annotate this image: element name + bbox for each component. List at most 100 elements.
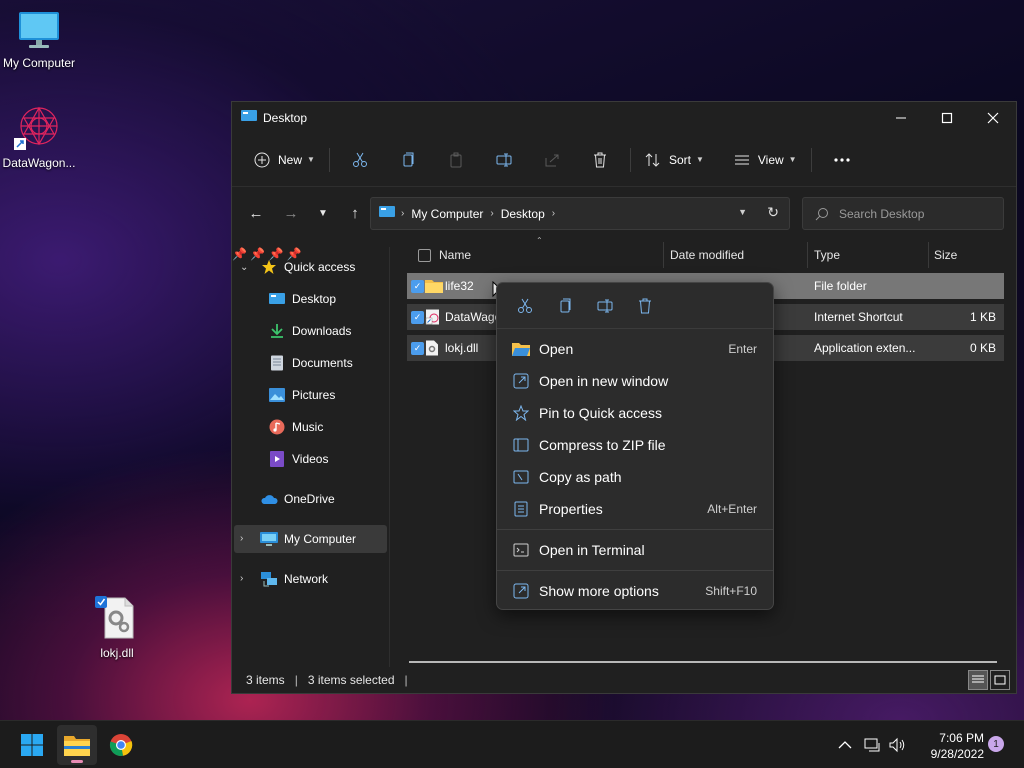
tiles-view-button[interactable] [990,670,1010,690]
menu-item-pin-quick-access[interactable]: Pin to Quick access [501,397,769,429]
internet-shortcut-icon [425,304,441,330]
start-button[interactable] [12,725,52,765]
start-icon [21,734,43,756]
sidebar-item-quick-access[interactable]: Quick access [260,253,355,281]
column-divider[interactable] [807,242,808,268]
menu-item-label: Copy as path [539,469,622,485]
items-count: 3 items [246,673,285,687]
menu-item-show-more-options[interactable]: Show more options Shift+F10 [501,575,769,607]
desktop-icon-datawagon[interactable]: DataWagon... [0,104,81,170]
title-bar[interactable]: Desktop [232,102,1016,133]
delete-button[interactable] [576,143,624,177]
see-more-button[interactable] [818,143,866,177]
menu-item-open-terminal[interactable]: Open in Terminal [501,534,769,566]
clock[interactable]: 7:06 PM 9/28/2022 [914,730,984,762]
select-all-header[interactable] [418,242,431,268]
details-view-button[interactable] [968,670,988,690]
menu-item-open-new-window[interactable]: Open in new window [501,365,769,397]
column-header-name[interactable]: Name [439,242,471,268]
tiles-view-icon [994,675,1006,685]
notification-badge[interactable]: 1 [988,736,1004,752]
column-header-size[interactable]: Size [934,242,957,268]
select-all-checkbox[interactable] [418,248,431,262]
menu-item-open[interactable]: Open Enter [501,333,769,365]
file-size: 0 KB [969,341,996,355]
sidebar-item-videos[interactable]: Videos [268,445,328,473]
volume-control[interactable] [889,721,907,768]
command-bar: New ▼ Sort ▼ View ▼ [232,133,1016,187]
sort-button[interactable]: Sort ▼ [637,143,712,177]
chevron-down-icon[interactable]: ⌄ [240,262,248,273]
search-placeholder: Search Desktop [839,206,925,221]
arrow-up-icon: ↑ [351,204,359,222]
desktop-icon-label: lokj.dll [100,646,134,660]
context-cut-button[interactable] [505,289,545,323]
volume-icon [889,737,905,753]
search-box[interactable]: Search Desktop [802,197,1004,230]
desktop-icon-my-computer[interactable]: My Computer [0,10,81,70]
menu-item-accelerator: Shift+F10 [705,584,757,598]
properties-icon [511,500,531,518]
recent-locations-button[interactable]: ▼ [307,197,339,229]
row-checkbox[interactable]: ✓ [411,310,424,324]
forward-button[interactable]: → [275,197,307,229]
breadcrumb-desktop[interactable]: Desktop [501,207,545,221]
file-name: lokj.dll [445,341,479,355]
computer-icon [260,531,278,547]
address-bar[interactable]: › My Computer › Desktop › ▼ ↻ [370,197,790,230]
sidebar-item-documents[interactable]: Documents [268,349,353,377]
context-copy-button[interactable] [545,289,585,323]
close-icon [987,112,999,123]
view-button[interactable]: View ▼ [726,143,805,177]
cloud-icon [260,491,278,507]
menu-item-accelerator: Alt+Enter [707,502,757,516]
status-bar: 3 items | 3 items selected | [232,667,1016,693]
back-button[interactable]: ← [240,197,272,229]
desktop-icon-lokj-dll[interactable]: lokj.dll [75,594,159,660]
sidebar-item-my-computer[interactable]: My Computer [260,525,356,553]
show-hidden-icons-button[interactable] [838,721,852,768]
new-button[interactable]: New ▼ [246,143,323,177]
paste-button[interactable] [432,143,480,177]
divider: | [404,673,408,687]
sidebar-item-network[interactable]: Network [260,565,328,593]
taskbar-file-explorer[interactable] [57,725,97,765]
network-status[interactable] [864,721,882,768]
view-icon [734,155,749,164]
clock-date: 9/28/2022 [930,747,984,761]
maximize-button[interactable] [924,102,970,133]
breadcrumb-my-computer[interactable]: My Computer [411,207,483,221]
desktop-icon-label: DataWagon... [2,156,76,170]
refresh-icon[interactable]: ↻ [767,204,779,221]
sidebar-item-pictures[interactable]: Pictures [268,381,335,409]
context-delete-button[interactable] [625,289,665,323]
divider [629,147,631,172]
chevron-right-icon[interactable]: › [240,533,243,544]
sidebar-item-music[interactable]: Music [268,413,323,441]
taskbar-chrome[interactable] [101,725,141,765]
menu-item-compress-zip[interactable]: Compress to ZIP file [501,429,769,461]
sidebar-item-downloads[interactable]: Downloads [268,317,351,345]
chevron-right-icon[interactable]: › [240,573,243,584]
sidebar-item-desktop[interactable]: Desktop [268,285,336,313]
column-header-type[interactable]: Type [814,242,840,268]
copy-button[interactable] [384,143,432,177]
menu-item-properties[interactable]: Properties Alt+Enter [501,493,769,525]
menu-item-copy-as-path[interactable]: Copy as path [501,461,769,493]
column-header-date[interactable]: Date modified [670,242,744,268]
minimize-button[interactable] [878,102,924,133]
address-dropdown-icon[interactable]: ▼ [738,207,747,217]
context-rename-button[interactable] [585,289,625,323]
rename-button[interactable] [480,143,528,177]
column-divider[interactable] [928,242,929,268]
horizontal-scrollbar[interactable] [409,661,997,663]
column-divider[interactable] [663,242,664,268]
cut-button[interactable] [336,143,384,177]
sidebar-item-onedrive[interactable]: OneDrive [260,485,335,513]
row-checkbox[interactable]: ✓ [411,341,424,355]
close-button[interactable] [970,102,1016,133]
up-button[interactable]: ↑ [339,197,371,229]
share-button[interactable] [528,143,576,177]
row-checkbox[interactable]: ✓ [411,279,424,293]
new-label: New [278,152,303,167]
